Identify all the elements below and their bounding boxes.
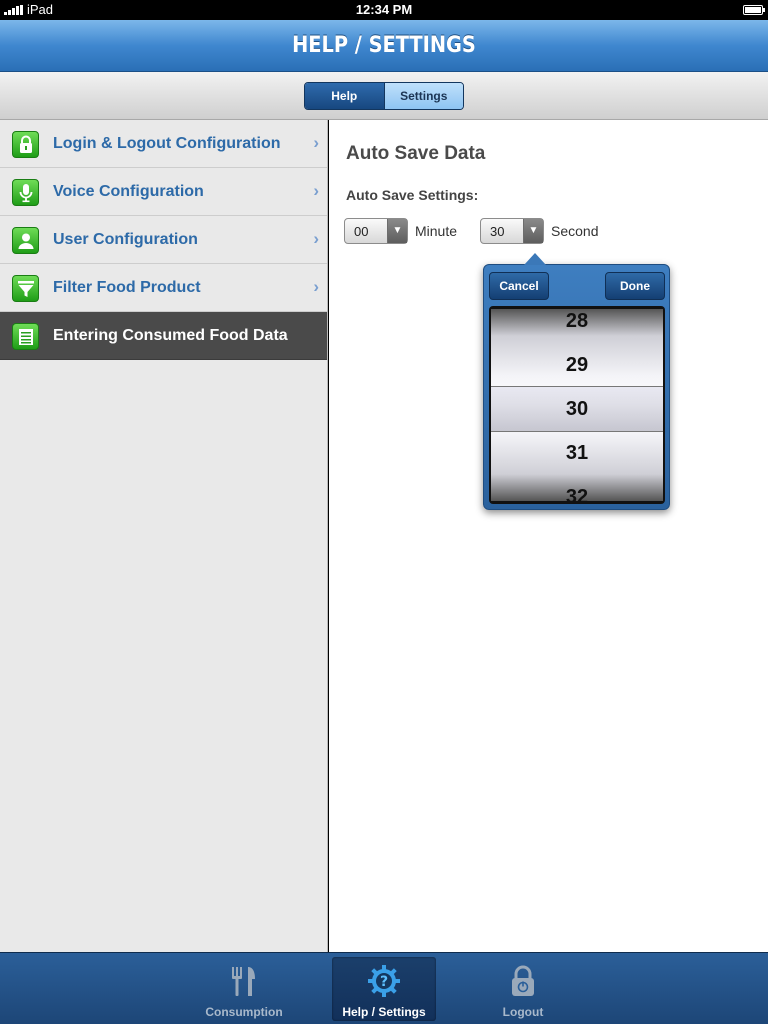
- chevron-right-icon: ›: [313, 181, 319, 200]
- microphone-icon: [12, 179, 39, 206]
- picker-item[interactable]: 28: [491, 309, 663, 343]
- popover-arrow: [524, 253, 546, 265]
- picker-item[interactable]: 29: [491, 343, 663, 387]
- page-title: HELP / SETTINGS: [292, 33, 476, 58]
- sidebar-item-label: User Configuration: [53, 231, 198, 248]
- auto-save-settings-label: Auto Save Settings:: [346, 187, 479, 203]
- second-label: Second: [551, 223, 599, 239]
- segment-bar: Help Settings: [0, 72, 768, 120]
- fork-knife-icon: [226, 963, 262, 999]
- sidebar-item-label: Voice Configuration: [53, 183, 204, 200]
- tab-label: Help / Settings: [342, 1005, 426, 1019]
- sidebar-item-consumed-food[interactable]: Entering Consumed Food Data: [0, 312, 327, 360]
- chevron-right-icon: ›: [313, 277, 319, 296]
- lock-icon: [12, 131, 39, 158]
- section-title: Auto Save Data: [346, 143, 486, 164]
- sidebar-item-label: Login & Logout Configuration: [53, 135, 281, 152]
- done-button[interactable]: Done: [605, 272, 665, 300]
- minute-value: 00: [354, 224, 369, 239]
- dropdown-arrow-icon: ▼: [387, 219, 407, 243]
- sidebar-item-login-logout[interactable]: Login & Logout Configuration ›: [0, 120, 327, 168]
- list-icon: [12, 323, 39, 350]
- sidebar-item-filter[interactable]: Filter Food Product ›: [0, 264, 327, 312]
- minute-dropdown[interactable]: 00 ▼: [344, 218, 408, 244]
- tab-consumption[interactable]: Consumption: [192, 957, 296, 1021]
- status-time: 12:34 PM: [355, 2, 413, 17]
- segment-settings[interactable]: Settings: [384, 83, 463, 109]
- segment-help[interactable]: Help: [305, 83, 385, 109]
- tab-bar: Consumption ? Help / Settings Logout: [0, 952, 768, 1024]
- picker-item-selected[interactable]: 30: [491, 387, 663, 431]
- sidebar: Login & Logout Configuration › Voice Con…: [0, 120, 328, 952]
- picker-item[interactable]: 31: [491, 431, 663, 475]
- help-settings-segmented-control: Help Settings: [304, 82, 464, 110]
- minute-label: Minute: [415, 223, 458, 239]
- tab-label: Logout: [502, 1005, 544, 1019]
- picker-wheel[interactable]: 28 29 30 31 32: [491, 309, 663, 501]
- battery-icon: [743, 5, 765, 15]
- svg-text:?: ?: [380, 974, 388, 990]
- navigation-bar: HELP / SETTINGS: [0, 20, 768, 72]
- sidebar-item-label: Entering Consumed Food Data: [53, 327, 288, 344]
- sidebar-item-user[interactable]: User Configuration ›: [0, 216, 327, 264]
- picker-item[interactable]: 32: [491, 475, 663, 501]
- tab-help-settings[interactable]: ? Help / Settings: [332, 957, 436, 1021]
- filter-icon: [12, 275, 39, 302]
- help-gear-icon: ?: [366, 963, 402, 999]
- detail-pane: Auto Save Data Auto Save Settings: 00 ▼ …: [329, 120, 768, 952]
- status-bar: iPad 12:34 PM: [0, 0, 768, 20]
- second-picker-popover: Cancel Done 28 29 30 31 32: [483, 253, 670, 510]
- second-dropdown[interactable]: 30 ▼: [480, 218, 544, 244]
- cancel-button[interactable]: Cancel: [489, 272, 549, 300]
- sidebar-item-label: Filter Food Product: [53, 279, 201, 296]
- tab-logout[interactable]: Logout: [471, 957, 575, 1021]
- chevron-right-icon: ›: [313, 229, 319, 248]
- dropdown-arrow-icon: ▼: [523, 219, 543, 243]
- second-value: 30: [490, 224, 505, 239]
- second-picker-wheel[interactable]: 28 29 30 31 32: [489, 306, 665, 504]
- user-icon: [12, 227, 39, 254]
- sidebar-item-voice[interactable]: Voice Configuration ›: [0, 168, 327, 216]
- tab-label: Consumption: [205, 1005, 283, 1019]
- padlock-power-icon: [505, 963, 541, 999]
- chevron-right-icon: ›: [313, 133, 319, 152]
